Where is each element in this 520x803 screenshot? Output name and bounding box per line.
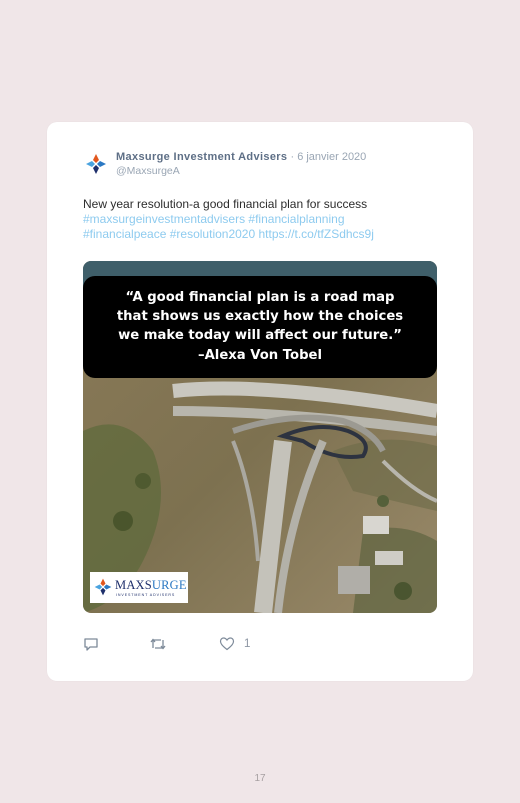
page-number: 17 xyxy=(254,773,266,784)
avatar-logo-icon xyxy=(84,152,108,176)
retweet-icon xyxy=(150,638,166,650)
logo-wordmark: MAXSURGE xyxy=(115,578,187,592)
author-line: Maxsurge Investment Advisers · 6 janvier… xyxy=(116,151,366,163)
quote-line: that shows us exactly how the choices xyxy=(116,309,404,325)
hashtag-link[interactable]: #maxsurgeinvestmentadvisers xyxy=(83,212,245,226)
quote-author: –Alexa Von Tobel xyxy=(198,347,322,363)
separator: · xyxy=(287,151,298,163)
maxsurge-logo: MAXSURGE INVESTMENT ADVISERS xyxy=(90,572,188,603)
tweet-card: Maxsurge Investment Advisers · 6 janvier… xyxy=(47,122,473,681)
hashtag-link[interactable]: #resolution2020 xyxy=(170,227,255,241)
author-handle[interactable]: @MaxsurgeA xyxy=(116,165,180,177)
tweet-media-image[interactable]: “A good financial plan is a road map tha… xyxy=(83,261,437,613)
url-link[interactable]: https://t.co/tfZSdhcs9j xyxy=(259,227,374,241)
like-count: 1 xyxy=(244,638,251,650)
hashtag-link[interactable]: #financialplanning xyxy=(248,212,344,226)
retweet-button[interactable] xyxy=(149,635,167,653)
author-name[interactable]: Maxsurge Investment Advisers xyxy=(116,151,287,163)
tweet-text: New year resolution-a good financial pla… xyxy=(83,197,443,242)
quote-line: we make today will affect our future.” xyxy=(118,328,402,344)
quote-box: “A good financial plan is a road map tha… xyxy=(83,276,437,378)
heart-icon xyxy=(219,637,235,651)
tweet-text-line: New year resolution-a good financial pla… xyxy=(83,197,368,211)
avatar[interactable] xyxy=(84,152,108,176)
reply-icon xyxy=(84,638,98,651)
hashtag-link[interactable]: #financialpeace xyxy=(83,227,166,241)
logo-mark-icon xyxy=(94,578,112,596)
reply-button[interactable] xyxy=(83,635,99,653)
tweet-date[interactable]: 6 janvier 2020 xyxy=(297,151,366,163)
quote-line: “A good financial plan is a road map xyxy=(125,290,395,305)
logo-subtitle: INVESTMENT ADVISERS xyxy=(116,593,176,597)
like-button[interactable]: 1 xyxy=(219,635,250,653)
